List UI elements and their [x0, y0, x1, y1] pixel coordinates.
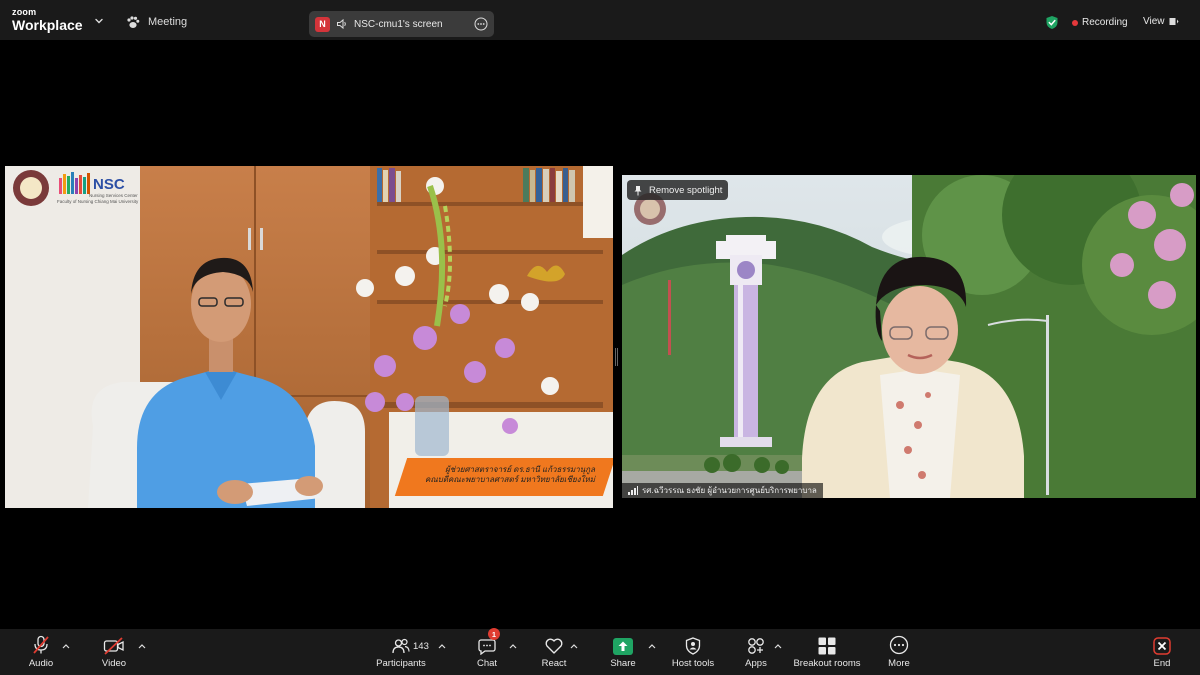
more-label: More	[888, 658, 910, 669]
remove-spotlight-button[interactable]: Remove spotlight	[627, 180, 729, 200]
nsc-logo-subtitle-2: Faculty of Nursing Chiang Mai University	[57, 199, 139, 204]
host-tools-button[interactable]: Host tools	[670, 629, 716, 675]
chevron-down-icon[interactable]	[92, 14, 106, 28]
react-options-chevron-icon[interactable]	[570, 643, 578, 649]
share-button[interactable]: Share	[608, 629, 638, 675]
participant-name: รศ.ฉวีวรรณ ธงชัย ผู้อำนวยการศูนย์บริการพ…	[642, 486, 817, 495]
breakout-rooms-label: Breakout rooms	[793, 658, 861, 669]
chat-options-chevron-icon[interactable]	[509, 643, 517, 649]
brand-name-text: Workplace	[12, 17, 83, 33]
speaker-video-scene	[622, 175, 1196, 498]
participant-name-tag: รศ.ฉวีวรรณ ธงชัย ผู้อำนวยการศูนย์บริการพ…	[622, 483, 823, 498]
react-button[interactable]: React	[538, 629, 570, 675]
audio-button[interactable]: Audio	[24, 629, 58, 675]
lower-third-title: คณบดีคณะพยาบาลศาสตร์ มหาวิทยาลัยเชียงใหม…	[425, 474, 595, 484]
meeting-toolbar: Audio Video Participants 143 1 Chat Reac…	[0, 628, 1200, 675]
lower-third-caption: ผู้ช่วยศาสตราจารย์ ดร.ธานี แก้วธรรมานุกู…	[394, 458, 613, 496]
view-layout-icon	[1169, 18, 1178, 25]
meeting-menu[interactable]: Meeting	[126, 14, 187, 30]
apps-label: Apps	[745, 658, 767, 669]
zoom-workplace-logo[interactable]: zoom Workplace	[12, 7, 83, 33]
remove-spotlight-label: Remove spotlight	[649, 184, 723, 196]
apps-options-chevron-icon[interactable]	[774, 643, 782, 649]
ellipsis-icon	[889, 635, 909, 655]
top-bar: zoom Workplace Meeting N NSC-cmu1's scre…	[0, 0, 1200, 40]
view-button[interactable]: View	[1143, 16, 1179, 27]
chat-label: Chat	[476, 658, 498, 669]
meeting-label: Meeting	[148, 16, 188, 28]
breakout-rooms-button[interactable]: Breakout rooms	[792, 629, 862, 675]
recording-indicator[interactable]: Recording	[1072, 17, 1128, 28]
heart-icon	[545, 638, 563, 654]
video-tile-host[interactable]: NSC Nursing Services Center Faculty of N…	[5, 166, 613, 508]
brand-top-text: zoom	[12, 7, 37, 17]
video-options-chevron-icon[interactable]	[138, 643, 146, 649]
audio-options-chevron-icon[interactable]	[62, 643, 70, 649]
lower-third-name: ผู้ช่วยศาสตราจารย์ ดร.ธานี แก้วธรรมานุกู…	[445, 465, 595, 474]
chat-unread-badge: 1	[488, 628, 500, 640]
audio-label: Audio	[28, 658, 54, 669]
view-label: View	[1143, 16, 1165, 27]
apps-button[interactable]: Apps	[742, 629, 770, 675]
video-tile-speaker[interactable]: Remove spotlight รศ.ฉวีวรรณ ธงชัย ผู้อำน…	[622, 175, 1196, 498]
share-label: Share	[610, 658, 636, 669]
participants-label: Participants	[376, 658, 426, 669]
camera-off-icon	[103, 637, 124, 655]
share-options-chevron-icon[interactable]	[648, 643, 656, 649]
shield-person-icon	[685, 637, 701, 655]
participants-count: 143	[413, 641, 429, 652]
signal-strength-icon	[628, 486, 638, 495]
react-label: React	[541, 658, 567, 669]
chat-button[interactable]: 1 Chat	[472, 628, 502, 675]
end-meeting-button[interactable]: End	[1150, 629, 1174, 675]
speaker-icon[interactable]	[336, 18, 348, 30]
recording-dot	[1072, 19, 1078, 26]
end-label: End	[1153, 658, 1171, 669]
close-icon	[1153, 637, 1171, 655]
more-options-icon[interactable]	[474, 17, 488, 31]
video-button[interactable]: Video	[98, 629, 130, 675]
sharer-avatar: N	[315, 16, 330, 32]
participants-button[interactable]: Participants	[372, 629, 430, 675]
recording-label: Recording	[1082, 17, 1128, 28]
mic-muted-icon	[33, 635, 49, 654]
host-tools-label: Host tools	[671, 658, 715, 669]
nsc-logo-text: NSC	[93, 176, 125, 193]
share-arrow-icon	[613, 638, 633, 655]
apps-icon	[748, 638, 764, 654]
video-label: Video	[101, 658, 127, 669]
grid-icon	[818, 637, 836, 655]
paw-icon	[127, 15, 140, 28]
pin-icon	[634, 185, 642, 195]
participants-options-chevron-icon[interactable]	[438, 643, 446, 649]
people-icon	[392, 638, 410, 654]
tile-resize-handle[interactable]	[615, 348, 619, 366]
nsc-logo-subtitle-1: Nursing Services Center	[89, 193, 138, 198]
host-video-scene	[5, 166, 613, 508]
share-label: NSC-cmu1's screen	[354, 18, 443, 30]
more-button[interactable]: More	[886, 629, 912, 675]
screen-share-indicator[interactable]: N NSC-cmu1's screen	[309, 11, 494, 37]
shield-check-icon[interactable]	[1045, 15, 1059, 30]
